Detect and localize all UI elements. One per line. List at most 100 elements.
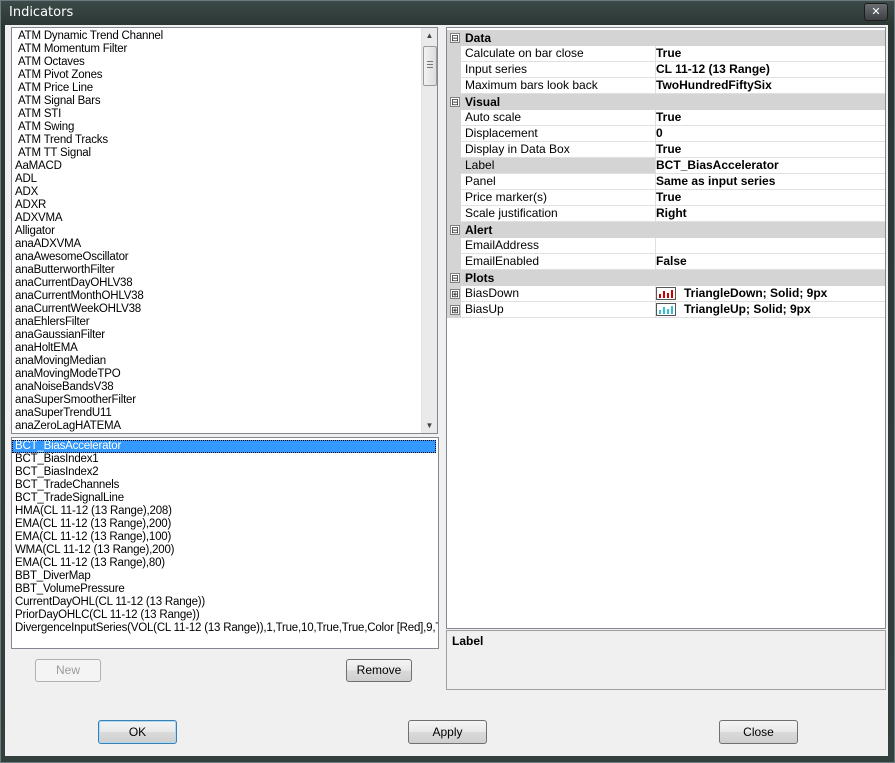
applied-indicators-list[interactable]: BCT_BiasAccelerator BCT_BiasIndex1 BCT_Bia… xyxy=(11,437,439,649)
property-value[interactable]: True xyxy=(652,142,885,158)
available-list-item[interactable]: ATM STI xyxy=(12,108,420,121)
available-list-item[interactable]: ADL xyxy=(12,173,420,186)
apply-button[interactable]: Apply xyxy=(408,720,487,744)
remove-button[interactable]: Remove xyxy=(346,659,412,682)
available-list-item[interactable]: anaButterworthFilter xyxy=(12,264,420,277)
row-gutter xyxy=(447,254,461,270)
property-value[interactable]: CL 11-12 (13 Range) xyxy=(652,62,885,78)
applied-list-item[interactable]: BBT_DiverMap xyxy=(12,570,436,583)
available-list-item[interactable]: ADX xyxy=(12,186,420,199)
available-list-item[interactable]: anaMovingMedian xyxy=(12,355,420,368)
applied-list-item[interactable]: CurrentDayOHL(CL 11-12 (13 Range)) xyxy=(12,596,436,609)
collapse-icon[interactable]: ⊟ xyxy=(450,97,460,107)
category-alert[interactable]: ⊟ Alert xyxy=(447,222,885,238)
applied-list-item[interactable]: BCT_TradeChannels xyxy=(12,479,436,492)
available-list-item[interactable]: ATM Dynamic Trend Channel xyxy=(12,30,420,43)
property-row[interactable]: Display in Data Box True xyxy=(447,142,885,158)
available-list-item[interactable]: ADXR xyxy=(12,199,420,212)
property-value[interactable]: 0 xyxy=(652,126,885,142)
plot-style-text: TriangleUp; Solid; 9px xyxy=(684,302,811,316)
available-list-item[interactable]: ATM Price Line xyxy=(12,82,420,95)
available-list-item[interactable]: anaCurrentMonthOHLV38 xyxy=(12,290,420,303)
available-list-item[interactable]: ATM Momentum Filter xyxy=(12,43,420,56)
applied-list-item[interactable]: EMA(CL 11-12 (13 Range),80) xyxy=(12,557,436,570)
property-value[interactable] xyxy=(652,238,885,254)
available-list-item[interactable]: Alligator xyxy=(12,225,420,238)
available-list-item[interactable]: anaEhlersFilter xyxy=(12,316,420,329)
property-row[interactable]: Maximum bars look back TwoHundredFiftySix xyxy=(447,78,885,94)
applied-list-item[interactable]: BBT_VolumePressure xyxy=(12,583,436,596)
collapse-icon[interactable]: ⊟ xyxy=(450,225,460,235)
applied-list-item[interactable]: EMA(CL 11-12 (13 Range),200) xyxy=(12,518,436,531)
property-row[interactable]: Calculate on bar close True xyxy=(447,46,885,62)
property-value[interactable]: False xyxy=(652,254,885,270)
available-list-item[interactable]: anaSuperSmootherFilter xyxy=(12,394,420,407)
property-value[interactable]: TriangleDown; Solid; 9px xyxy=(652,286,885,302)
property-row[interactable]: ⊞ BiasDown TriangleDown; Solid; 9px xyxy=(447,286,885,302)
applied-list-item[interactable]: BCT_TradeSignalLine xyxy=(12,492,436,505)
available-list-item[interactable]: anaCurrentDayOHLV38 xyxy=(12,277,420,290)
property-row[interactable]: Scale justification Right xyxy=(447,206,885,222)
applied-list-item[interactable]: BCT_BiasIndex1 xyxy=(12,453,436,466)
property-value[interactable]: TriangleUp; Solid; 9px xyxy=(652,302,885,318)
property-value[interactable]: True xyxy=(652,110,885,126)
available-list-item[interactable]: anaSuperTrendU11 xyxy=(12,407,420,420)
applied-list-item[interactable]: PriorDayOHLC(CL 11-12 (13 Range)) xyxy=(12,609,436,622)
close-button[interactable]: Close xyxy=(719,720,798,744)
available-list-item[interactable]: anaCurrentWeekOHLV38 xyxy=(12,303,420,316)
available-list-item[interactable]: anaAwesomeOscillator xyxy=(12,251,420,264)
available-list-item[interactable]: anaMovingModeTPO xyxy=(12,368,420,381)
property-row[interactable]: Displacement 0 xyxy=(447,126,885,142)
collapse-icon[interactable]: ⊟ xyxy=(450,33,460,43)
applied-list-item[interactable]: WMA(CL 11-12 (13 Range),200) xyxy=(12,544,436,557)
available-list-item[interactable]: ATM Trend Tracks xyxy=(12,134,420,147)
category-data[interactable]: ⊟ Data xyxy=(447,30,885,46)
applied-list-item[interactable]: BCT_BiasIndex2 xyxy=(12,466,436,479)
scroll-thumb[interactable] xyxy=(423,46,437,86)
category-visual[interactable]: ⊟ Visual xyxy=(447,94,885,110)
available-list-item[interactable]: ATM Octaves xyxy=(12,56,420,69)
available-list-item[interactable]: ATM Swing xyxy=(12,121,420,134)
applied-list-item[interactable]: BCT_BiasAccelerator xyxy=(12,440,436,453)
property-value[interactable]: TwoHundredFiftySix xyxy=(652,78,885,94)
available-list-item[interactable]: ATM TT Signal xyxy=(12,147,420,160)
available-list-scrollbar[interactable]: ▲ ▼ xyxy=(421,28,437,433)
expand-icon[interactable]: ⊞ xyxy=(450,305,460,315)
property-value[interactable]: Right xyxy=(652,206,885,222)
title-bar[interactable]: Indicators ✕ xyxy=(1,1,894,23)
property-value[interactable]: Same as input series xyxy=(652,174,885,190)
available-list-item[interactable]: AaMACD xyxy=(12,160,420,173)
available-list-item[interactable]: ATM Pivot Zones xyxy=(12,69,420,82)
property-row[interactable]: ⊞ BiasUp TriangleUp; Solid; 9px xyxy=(447,302,885,318)
scroll-down-arrow-icon[interactable]: ▼ xyxy=(422,418,437,433)
available-list-item[interactable]: anaNoiseBandsV38 xyxy=(12,381,420,394)
available-list-item[interactable]: anaADXVMA xyxy=(12,238,420,251)
applied-list-item[interactable]: EMA(CL 11-12 (13 Range),100) xyxy=(12,531,436,544)
applied-list-item[interactable]: HMA(CL 11-12 (13 Range),208) xyxy=(12,505,436,518)
property-row[interactable]: Label BCT_BiasAccelerator xyxy=(447,158,885,174)
expand-icon[interactable]: ⊞ xyxy=(450,289,460,299)
available-list-item[interactable]: anaGaussianFilter xyxy=(12,329,420,342)
available-list-item[interactable]: anaHoltEMA xyxy=(12,342,420,355)
property-value[interactable]: True xyxy=(652,190,885,206)
property-value[interactable]: True xyxy=(652,46,885,62)
available-list-item[interactable]: ADXVMA xyxy=(12,212,420,225)
collapse-icon[interactable]: ⊟ xyxy=(450,273,460,283)
window-close-button[interactable]: ✕ xyxy=(864,3,888,21)
property-row[interactable]: Auto scale True xyxy=(447,110,885,126)
property-row[interactable]: EmailEnabled False xyxy=(447,254,885,270)
property-row[interactable]: Input series CL 11-12 (13 Range) xyxy=(447,62,885,78)
applied-list-item[interactable]: DivergenceInputSeries(VOL(CL 11-12 (13 R… xyxy=(12,622,438,635)
property-row[interactable]: Panel Same as input series xyxy=(447,174,885,190)
property-value[interactable]: BCT_BiasAccelerator xyxy=(652,158,885,174)
available-indicators-list[interactable]: ATM Dynamic Trend Channel ATM Momentum Fi… xyxy=(11,27,438,434)
property-row[interactable]: Price marker(s) True xyxy=(447,190,885,206)
category-plots[interactable]: ⊟ Plots xyxy=(447,270,885,286)
available-list-item[interactable]: ATM Signal Bars xyxy=(12,95,420,108)
property-grid[interactable]: ⊟ Data Calculate on bar close True Input ser… xyxy=(446,27,886,629)
scroll-up-arrow-icon[interactable]: ▲ xyxy=(422,28,437,43)
new-button[interactable]: New xyxy=(35,659,101,682)
property-row[interactable]: EmailAddress xyxy=(447,238,885,254)
ok-button[interactable]: OK xyxy=(98,720,177,744)
available-list-item[interactable]: anaZeroLagHATEMA xyxy=(12,420,420,433)
